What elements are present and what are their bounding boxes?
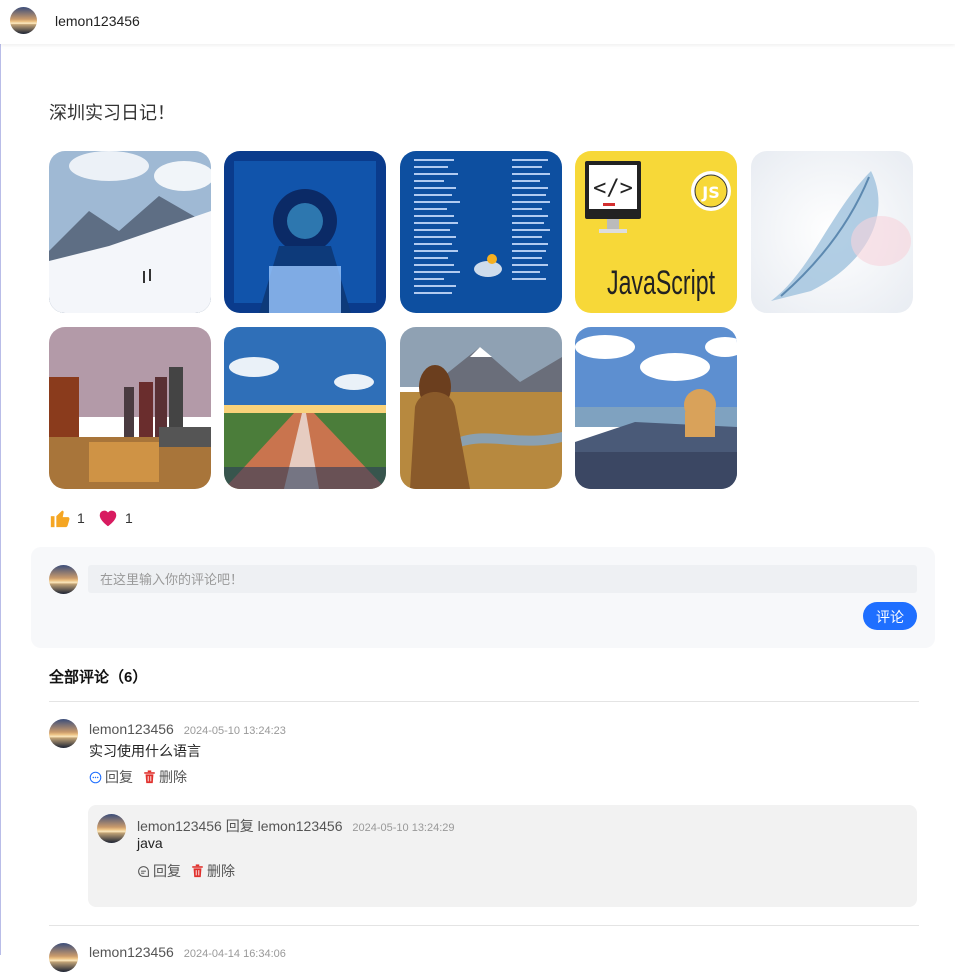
like-reaction[interactable]: 1: [49, 507, 85, 529]
reply-thread: lemon123456 回复 lemon123456 2024-05-10 13…: [88, 805, 917, 907]
comment-time: 2024-05-10 13:24:23: [183, 725, 286, 737]
comment-username[interactable]: lemon123456: [89, 944, 174, 960]
comment-header: lemon123456 2024-05-10 13:24:23: [89, 721, 286, 737]
comment-input[interactable]: [88, 565, 917, 593]
post-image-code-sheet[interactable]: [400, 151, 562, 313]
reply-header: lemon123456 回复 lemon123456 2024-05-10 13…: [137, 816, 455, 836]
post-title: 深圳实习日记！: [49, 103, 175, 124]
chat-bubble-icon: [89, 771, 102, 783]
post-image-feather[interactable]: [751, 151, 913, 313]
reply-text: java: [137, 835, 163, 851]
post-image-snow-mountain[interactable]: [49, 151, 211, 313]
post-image-city-river[interactable]: [49, 327, 211, 489]
delete-button[interactable]: 删除: [143, 767, 187, 787]
post-image-javascript[interactable]: </> JS JavaScript: [575, 151, 737, 313]
comments-heading: 全部评论（6）: [49, 669, 148, 686]
divider: [49, 701, 919, 702]
reply-label: 回复: [105, 769, 133, 785]
delete-label: 删除: [207, 863, 235, 879]
like-count: 1: [77, 510, 85, 526]
svg-text:</>: </>: [593, 176, 633, 201]
window-edge: [0, 0, 1, 955]
thumbs-up-icon: [50, 510, 70, 528]
avatar[interactable]: [49, 943, 78, 972]
comment-actions: 回复 删除: [89, 767, 187, 787]
trash-icon: [192, 864, 203, 878]
favorite-count: 1: [125, 510, 133, 526]
comment-username[interactable]: lemon123456: [89, 721, 174, 737]
avatar[interactable]: [97, 814, 126, 843]
user-avatar[interactable]: [10, 7, 37, 34]
header-username[interactable]: lemon123456: [55, 13, 140, 29]
svg-text:JS: JS: [701, 183, 719, 202]
comment-form: 评论: [31, 547, 935, 648]
delete-label: 删除: [159, 769, 187, 785]
avatar: [49, 565, 78, 594]
comment-time: 2024-04-14 16:34:06: [183, 948, 286, 960]
delete-button[interactable]: 删除: [191, 861, 235, 881]
svg-text:JavaScript: JavaScript: [607, 264, 715, 302]
comment-icon: [138, 865, 149, 877]
divider: [49, 925, 919, 926]
reply-time: 2024-05-10 13:24:29: [352, 822, 455, 834]
comment-header: lemon123456 2024-04-14 16:34:06: [89, 944, 286, 960]
submit-comment-button[interactable]: 评论: [863, 602, 917, 630]
post-image-dog-truck[interactable]: [575, 327, 737, 489]
trash-icon: [144, 770, 155, 784]
post-image-cyber-hacker[interactable]: [224, 151, 386, 313]
reply-label: 回复: [153, 863, 181, 879]
post-image-anime-road[interactable]: [224, 327, 386, 489]
heart-icon: [99, 510, 117, 527]
favorite-reaction[interactable]: 1: [97, 507, 133, 529]
reply-button[interactable]: 回复: [137, 861, 181, 881]
reply-user-line[interactable]: lemon123456 回复 lemon123456: [137, 818, 342, 834]
reply-button[interactable]: 回复: [89, 767, 133, 787]
reply-actions: 回复 删除: [137, 861, 235, 881]
avatar[interactable]: [49, 719, 78, 748]
top-bar: lemon123456: [0, 0, 955, 44]
comment-text: 实习使用什么语言: [89, 743, 201, 759]
post-image-hooded-landscape[interactable]: [400, 327, 562, 489]
